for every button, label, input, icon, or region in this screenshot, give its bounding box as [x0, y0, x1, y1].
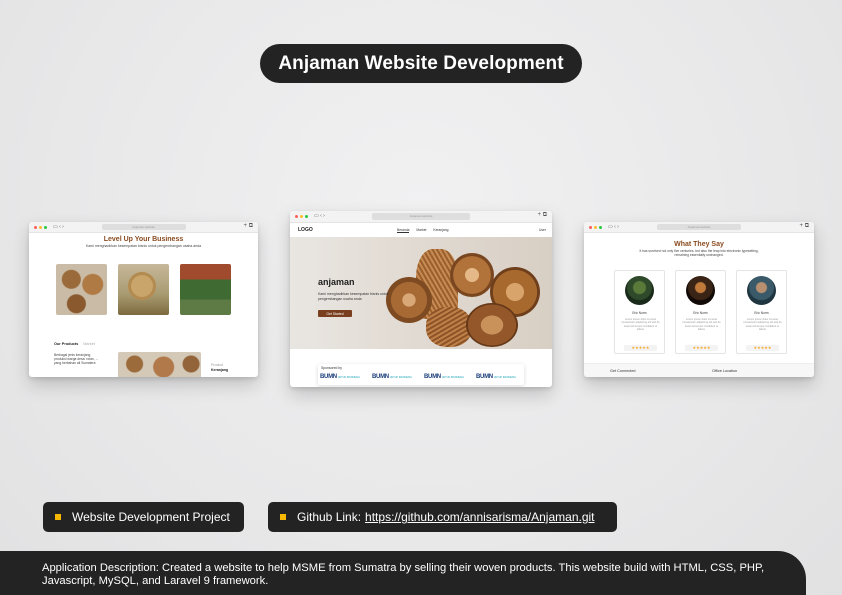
sponsor-label: Sponsored by [321, 366, 342, 370]
baskets-image[interactable] [56, 264, 107, 315]
testimonials-heading: What They Say [674, 241, 724, 248]
close-dot-icon[interactable] [589, 225, 592, 229]
product-gallery [56, 264, 231, 316]
url-bar[interactable]: Anjaman.website [101, 224, 186, 230]
testimonial-card: Eric Norm Lorem ipsum dolor sit amet con… [614, 270, 665, 354]
minimize-dot-icon[interactable] [300, 215, 303, 218]
tab-market[interactable]: Market [83, 342, 95, 346]
avatar [625, 276, 654, 305]
site-logo[interactable]: LOGO [298, 227, 313, 233]
footer-get-connected: Get Connected [610, 369, 636, 373]
testimonial-card: Eric Norm Lorem ipsum dolor sit amet con… [736, 270, 787, 354]
sponsor-bar: Sponsored by BUMNUNTUK INDONESIA BUMNUNT… [318, 364, 524, 385]
hat-image[interactable] [118, 264, 169, 315]
browser-toolbar: ▭ ‹ › Anjaman.website + ⧉ [584, 222, 814, 233]
footer-office-location: Office Location [712, 369, 738, 373]
get-started-button[interactable]: Get Started [318, 310, 352, 317]
nav-link-beranda[interactable]: Beranda [397, 228, 410, 233]
product-image[interactable] [118, 352, 201, 377]
reviewer-name: Eric Norm [632, 311, 647, 315]
bumn-logo: BUMNUNTUK INDONESIA [320, 374, 360, 380]
new-tab-icon[interactable]: + ⧉ [244, 223, 253, 230]
avatar [686, 276, 715, 305]
new-tab-icon[interactable]: + ⧉ [538, 212, 547, 219]
testimonial-card: Eric Norm Lorem ipsum dolor sit amet con… [675, 270, 726, 354]
bumn-logo: BUMNUNTUK INDONESIA [476, 374, 516, 380]
product-tabs: Our Products Market [54, 342, 95, 346]
hero-section: anjaman Kami menghadirkan kesempatan bis… [290, 237, 552, 349]
star-rating: ★★★★★ [624, 345, 657, 351]
nav-link-keranjang[interactable]: Keranjang [433, 228, 448, 232]
review-text: Lorem ipsum dolor sit amet consectetur a… [743, 318, 782, 331]
new-tab-icon[interactable]: + ⧉ [800, 223, 809, 230]
url-bar[interactable]: Anjaman.website [372, 213, 470, 220]
product-meta-label: Product [211, 363, 224, 367]
product-description: Berbagai jenis keranjang produksi warga … [54, 353, 99, 365]
sidebar-icon[interactable]: ▭ ‹ › [314, 214, 325, 219]
browser-window-home: ▭ ‹ › Anjaman.website + ⧉ LOGO Beranda M… [290, 211, 552, 387]
sidebar-icon[interactable]: ▭ ‹ › [608, 224, 619, 230]
reviewer-name: Eric Norm [693, 311, 708, 315]
review-text: Lorem ipsum dolor sit amet consectetur a… [621, 318, 660, 331]
close-dot-icon[interactable] [34, 225, 37, 229]
basket-illustration [466, 303, 518, 347]
github-label: Github Link: [297, 510, 362, 524]
hero-title: anjaman [318, 277, 355, 287]
application-description: Application Description: Created a websi… [0, 551, 806, 595]
nav-user-link[interactable]: User [539, 228, 546, 232]
basket-illustration [426, 307, 472, 347]
project-type-label: Website Development Project [72, 510, 230, 524]
close-dot-icon[interactable] [295, 215, 298, 218]
basket-illustration [450, 253, 494, 297]
product-meta: Product Keranjang [211, 363, 228, 373]
page-title: Anjaman Website Development [260, 44, 582, 83]
github-link-badge: Github Link: https://github.com/annisari… [268, 502, 617, 532]
bullet-icon [55, 514, 61, 520]
bumn-logo: BUMNUNTUK INDONESIA [424, 374, 464, 380]
site-navbar: LOGO Beranda Market Keranjang User [290, 223, 552, 237]
testimonials-subheading: It has survived not only five centuries,… [639, 249, 759, 257]
nav-link-market[interactable]: Market [416, 228, 426, 232]
url-bar[interactable]: Anjaman.website [657, 224, 741, 230]
product-meta-value: Keranjang [211, 368, 229, 372]
star-rating: ★★★★★ [685, 345, 718, 351]
hero-description: Kami menghadirkan kesempatan bisnis untu… [318, 292, 389, 301]
avatar [747, 276, 776, 305]
nav-links: Beranda Market Keranjang [397, 228, 454, 233]
bumn-logo: BUMNUNTUK INDONESIA [372, 374, 412, 380]
tab-our-products[interactable]: Our Products [54, 342, 78, 346]
browser-window-testimonials: ▭ ‹ › Anjaman.website + ⧉ What They Say … [584, 222, 814, 377]
maximize-dot-icon[interactable] [599, 225, 602, 229]
browser-toolbar: ▭ ‹ › Anjaman.website + ⧉ [290, 211, 552, 223]
site-footer: Get Connected Office Location [584, 363, 814, 377]
minimize-dot-icon[interactable] [594, 225, 597, 229]
project-type-badge: Website Development Project [43, 502, 244, 532]
maximize-dot-icon[interactable] [305, 215, 308, 218]
maximize-dot-icon[interactable] [44, 225, 47, 229]
browser-window-products: ▭ ‹ › Anjaman.website + ⧉ Level Up Your … [29, 222, 258, 377]
github-link[interactable]: https://github.com/annisarisma/Anjaman.g… [365, 510, 594, 524]
bullet-icon [280, 514, 286, 520]
minimize-dot-icon[interactable] [39, 225, 42, 229]
village-image[interactable] [180, 264, 231, 315]
section-heading: Level Up Your Business [103, 236, 184, 243]
star-rating: ★★★★★ [746, 345, 779, 351]
sidebar-icon[interactable]: ▭ ‹ › [53, 224, 64, 230]
section-subheading: Kami menghadirkan kesempatan bisnis untu… [85, 244, 202, 248]
review-text: Lorem ipsum dolor sit amet consectetur a… [682, 318, 721, 331]
browser-toolbar: ▭ ‹ › Anjaman.website + ⧉ [29, 222, 258, 233]
reviewer-name: Eric Norm [754, 311, 769, 315]
